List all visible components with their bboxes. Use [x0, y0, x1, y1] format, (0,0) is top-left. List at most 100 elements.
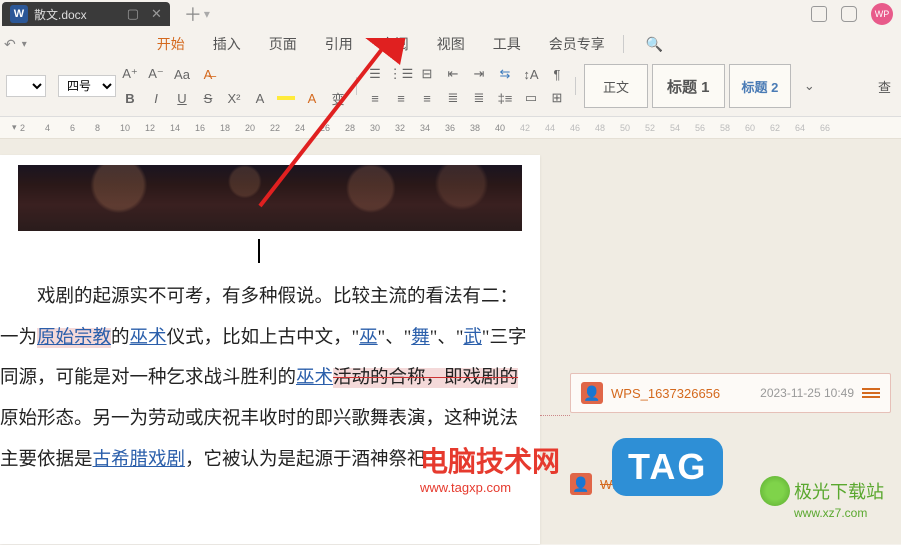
font-color-button[interactable]: A	[302, 88, 322, 108]
link[interactable]: 巫术	[130, 328, 167, 348]
user-avatar[interactable]: WP	[871, 3, 893, 25]
document-area: 戏剧的起源实不可考，有多种假说。比较主流的看法有二： 一为原始宗教的巫术仪式，比…	[0, 139, 901, 544]
tab-close-icon[interactable]: ✕	[151, 6, 162, 22]
panel-icon[interactable]	[811, 6, 827, 22]
ruler-tick: 36	[445, 123, 455, 133]
highlight-swatch	[277, 96, 295, 100]
user-icon: 👤	[570, 473, 592, 495]
change-case-button[interactable]: Aa	[172, 64, 192, 84]
ruler-tick: 16	[195, 123, 205, 133]
align-center-button[interactable]: ≡	[391, 88, 411, 108]
text-cursor	[258, 239, 260, 263]
document-text[interactable]: 戏剧的起源实不可考，有多种假说。比较主流的看法有二： 一为原始宗教的巫术仪式，比…	[0, 277, 540, 480]
align-left-button[interactable]: ≡	[365, 88, 385, 108]
comment-card[interactable]: 👤 WPS_1637326656 2023-11-25 10:49	[570, 373, 891, 413]
ruler-tick: 2	[20, 123, 25, 133]
ruler-marker-icon[interactable]: ▾	[12, 122, 17, 133]
text-effect-button[interactable]: A	[250, 88, 270, 108]
bullets-button[interactable]: ☰	[365, 64, 385, 84]
highlight-button[interactable]	[276, 88, 296, 108]
text: 一为	[0, 328, 37, 348]
new-tab-button[interactable]: ＋	[184, 1, 202, 27]
new-tab-dropdown-icon[interactable]: ▾	[204, 7, 210, 21]
tab-settings-button[interactable]: ⇆	[495, 64, 515, 84]
link[interactable]: 古希腊戏剧	[93, 450, 186, 470]
comment-card[interactable]: 👤 WPS_1637326656	[570, 473, 891, 495]
link[interactable]: 巫	[359, 328, 378, 348]
find-button[interactable]: 查	[878, 77, 891, 96]
ruler-tick: 42	[520, 123, 530, 133]
bold-button[interactable]: B	[120, 88, 140, 108]
search-icon[interactable]: 🔍	[646, 36, 663, 53]
show-marks-button[interactable]: ¶	[547, 64, 567, 84]
box-icon[interactable]	[841, 6, 857, 22]
menu-review[interactable]: 审阅	[367, 34, 423, 54]
revised-link[interactable]: 原始宗教	[37, 328, 111, 348]
numbering-button[interactable]: ⋮☰	[391, 64, 411, 84]
align-right-button[interactable]: ≡	[417, 88, 437, 108]
line-spacing-button[interactable]: ‡≡	[495, 88, 515, 108]
strike-button[interactable]: S	[198, 88, 218, 108]
menu-view[interactable]: 视图	[423, 34, 479, 54]
style-heading2[interactable]: 标题 2	[729, 64, 792, 108]
tab-actions: ▢ ✕	[127, 6, 162, 22]
menu-insert[interactable]: 插入	[199, 34, 255, 54]
font-family-select[interactable]	[6, 75, 46, 97]
ruler-tick: 28	[345, 123, 355, 133]
menu-tools[interactable]: 工具	[479, 34, 535, 54]
toolbar: 四号 A⁺ A⁻ Aa A̶ B I U S X² A A 变 ☰ ⋮☰ ⊟ ⇤…	[0, 60, 901, 117]
styles-more-icon[interactable]: ⌄	[799, 76, 819, 96]
undo-dropdown-icon[interactable]: ▾	[22, 39, 27, 50]
sort-button[interactable]: ↕A	[521, 64, 541, 84]
tab-expand-icon[interactable]: ▢	[127, 6, 139, 22]
document-image[interactable]	[18, 165, 522, 231]
ruler-tick: 14	[170, 123, 180, 133]
text: 主要依据是	[0, 450, 93, 470]
link[interactable]: 武	[463, 328, 482, 348]
ruler-tick: 66	[820, 123, 830, 133]
word-doc-icon: W	[10, 5, 28, 23]
superscript-button[interactable]: X²	[224, 88, 244, 108]
menubar: ↶ ▾ 开始 插入 页面 引用 审阅 视图 工具 会员专享 🔍	[0, 28, 901, 60]
menu-start[interactable]: 开始	[143, 34, 199, 54]
comment-menu-icon[interactable]	[862, 386, 880, 400]
clear-format-button[interactable]: A̶	[198, 64, 218, 84]
menu-vip[interactable]: 会员专享	[535, 34, 619, 54]
text: 仪式，比如上古中文，"	[167, 328, 360, 348]
align-distribute-button[interactable]: ≣	[469, 88, 489, 108]
shading-button[interactable]: ▭	[521, 88, 541, 108]
font-grow-button[interactable]: A⁺	[120, 64, 140, 84]
link[interactable]: 巫术	[296, 368, 333, 388]
page[interactable]: 戏剧的起源实不可考，有多种假说。比较主流的看法有二： 一为原始宗教的巫术仪式，比…	[0, 155, 540, 544]
multilevel-button[interactable]: ⊟	[417, 64, 437, 84]
italic-button[interactable]: I	[146, 88, 166, 108]
menu-page[interactable]: 页面	[255, 34, 311, 54]
ruler-tick: 56	[695, 123, 705, 133]
align-justify-button[interactable]: ≣	[443, 88, 463, 108]
font-shrink-button[interactable]: A⁻	[146, 64, 166, 84]
style-heading1[interactable]: 标题 1	[652, 64, 725, 108]
underline-button[interactable]: U	[172, 88, 192, 108]
ruler-tick: 18	[220, 123, 230, 133]
text: "、"	[430, 328, 464, 348]
document-tab[interactable]: W 散文.docx ▢ ✕	[2, 2, 170, 26]
user-icon: 👤	[581, 382, 603, 404]
ruler-tick: 6	[70, 123, 75, 133]
ruler-tick: 34	[420, 123, 430, 133]
ruler[interactable]: ▾ 2 4 6 8 10 12 14 16 18 20 22 24 26 28 …	[0, 117, 901, 139]
outdent-button[interactable]: ⇤	[443, 64, 463, 84]
text: "、"	[378, 328, 412, 348]
style-normal[interactable]: 正文	[584, 64, 648, 108]
undo-button[interactable]: ↶	[4, 36, 16, 53]
menu-reference[interactable]: 引用	[311, 34, 367, 54]
ruler-tick: 40	[495, 123, 505, 133]
font-size-select[interactable]: 四号	[58, 75, 116, 97]
phonetic-button[interactable]: 变	[328, 88, 348, 108]
text: 的	[111, 328, 130, 348]
indent-button[interactable]: ⇥	[469, 64, 489, 84]
borders-button[interactable]: ⊞	[547, 88, 567, 108]
comment-author: WPS_1637326656	[600, 477, 709, 492]
text: 戏剧的起源实不可考，有多种假说。比较主流的看法有二：	[37, 287, 518, 307]
ruler-tick: 62	[770, 123, 780, 133]
link[interactable]: 舞	[411, 328, 430, 348]
